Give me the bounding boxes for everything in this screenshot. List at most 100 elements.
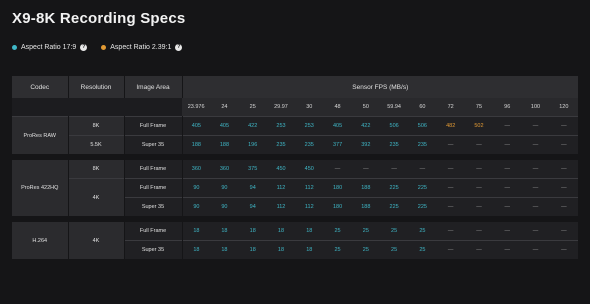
data-rate-cell: —	[464, 197, 494, 219]
data-rate-cell: —	[436, 178, 465, 198]
data-rate-cell: 25	[323, 240, 352, 259]
fps-value: 60	[408, 98, 437, 117]
help-icon[interactable]: ?	[175, 44, 183, 51]
image-area-cell: Full Frame	[124, 216, 183, 241]
data-rate-cell: 506	[408, 116, 437, 136]
fps-value: 75	[464, 98, 494, 117]
data-rate-cell: 225	[408, 178, 437, 198]
data-rate-cell: 25	[379, 216, 409, 241]
data-rate-cell: 112	[295, 178, 324, 198]
data-rate-cell: 225	[408, 197, 437, 219]
image-area-cell: Super 35	[124, 197, 183, 219]
data-rate-cell: 90	[182, 178, 211, 198]
data-rate-cell: —	[464, 178, 494, 198]
data-rate-cell: 405	[210, 116, 239, 136]
data-rate-cell: 188	[182, 135, 211, 157]
fps-value: 23.976	[182, 98, 211, 117]
codec-cell: ProRes 422HQ	[12, 154, 69, 219]
resolution-cell: 4K	[68, 178, 125, 219]
blank-cell	[12, 98, 68, 117]
image-area-cell: Full Frame	[124, 178, 183, 198]
data-rate-cell: —	[521, 116, 550, 136]
data-rate-cell: —	[436, 216, 465, 241]
data-rate-cell: —	[549, 116, 578, 136]
data-rate-cell: —	[521, 240, 550, 259]
data-rate-cell: —	[549, 216, 578, 241]
data-rate-cell: —	[436, 154, 465, 179]
data-rate-cell: 450	[295, 154, 324, 179]
fps-value: 24	[210, 98, 239, 117]
data-rate-cell: 482	[436, 116, 465, 136]
data-rate-cell: 405	[323, 116, 352, 136]
data-rate-cell: 25	[408, 216, 437, 241]
fps-value: 30	[295, 98, 324, 117]
data-rate-cell: 360	[210, 154, 239, 179]
specs-body: 23.976 24 25 29.97 30 48 50 59.94 60 72 75 96 100 120…	[12, 98, 578, 259]
data-rate-cell: —	[436, 240, 465, 259]
image-area-cell: Super 35	[124, 240, 183, 259]
data-rate-cell: —	[379, 154, 409, 179]
data-rate-cell: —	[521, 135, 550, 157]
data-rate-cell: 196	[238, 135, 267, 157]
resolution-cell: 5.5K	[68, 135, 125, 157]
data-rate-cell: —	[493, 197, 522, 219]
data-rate-cell: —	[464, 154, 494, 179]
data-rate-cell: 180	[323, 178, 352, 198]
fps-value: 48	[323, 98, 352, 117]
data-rate-cell: —	[549, 197, 578, 219]
data-rate-cell: 25	[379, 240, 409, 259]
data-rate-cell: 90	[182, 197, 211, 219]
data-rate-cell: 392	[351, 135, 380, 157]
data-rate-cell: 450	[266, 154, 296, 179]
table-row: H.264 4K Full Frame 18 18 18 18 18 25 25 25 25— — — — —	[12, 216, 578, 259]
data-rate-cell: 18	[295, 240, 324, 259]
data-rate-cell: 422	[238, 116, 267, 136]
legend-label: Aspect Ratio 2.39:1	[110, 44, 172, 51]
data-rate-cell: —	[464, 240, 494, 259]
image-area-cell: Full Frame	[124, 154, 183, 179]
data-rate-cell: —	[549, 178, 578, 198]
data-rate-cell: —	[521, 154, 550, 179]
data-rate-cell: 94	[238, 178, 267, 198]
data-rate-cell: —	[408, 154, 437, 179]
data-rate-cell: 225	[379, 197, 409, 219]
resolution-cell: 8K	[68, 154, 125, 179]
data-rate-cell: 18	[238, 240, 267, 259]
legend-item-17-9: Aspect Ratio 17:9 ?	[12, 44, 88, 51]
data-rate-cell: 25	[351, 240, 380, 259]
page-title: X9-8K Recording Specs	[12, 10, 186, 27]
image-area-cell: Super 35	[124, 135, 183, 157]
resolution-cell: 4K	[68, 216, 125, 259]
data-rate-cell: —	[493, 216, 522, 241]
codec-cell: H.264	[12, 216, 69, 259]
blank-cell	[124, 98, 182, 117]
data-rate-cell: —	[549, 154, 578, 179]
data-rate-cell: —	[549, 135, 578, 157]
data-rate-cell: —	[493, 240, 522, 259]
data-rate-cell: 253	[295, 116, 324, 136]
cyan-dot-icon	[12, 45, 17, 50]
table-row: ProRes RAW 8K Full Frame 405 405 422 253 253 405…	[12, 116, 578, 157]
data-rate-cell: 188	[210, 135, 239, 157]
resolution-cell: 8K	[68, 116, 125, 136]
data-rate-cell: 188	[351, 178, 380, 198]
help-icon[interactable]: ?	[80, 44, 88, 51]
data-rate-cell: 18	[210, 240, 239, 259]
data-rate-cell: 112	[295, 197, 324, 219]
data-rate-cell: 18	[182, 216, 211, 241]
fps-value: 100	[521, 98, 550, 117]
data-rate-cell: 253	[266, 116, 296, 136]
data-rate-cell: —	[521, 216, 550, 241]
data-rate-cell: 25	[323, 216, 352, 241]
data-rate-cell: —	[436, 135, 465, 157]
data-rate-cell: 360	[182, 154, 211, 179]
data-rate-cell: 422	[351, 116, 380, 136]
blank-cell	[68, 98, 124, 117]
data-rate-cell: —	[521, 197, 550, 219]
data-rate-cell: 18	[210, 216, 239, 241]
legend-label: Aspect Ratio 17:9	[21, 44, 77, 51]
data-rate-cell: 18	[266, 216, 296, 241]
image-area-cell: Full Frame	[124, 116, 183, 136]
data-rate-cell: —	[493, 116, 522, 136]
data-rate-cell: 506	[379, 116, 409, 136]
